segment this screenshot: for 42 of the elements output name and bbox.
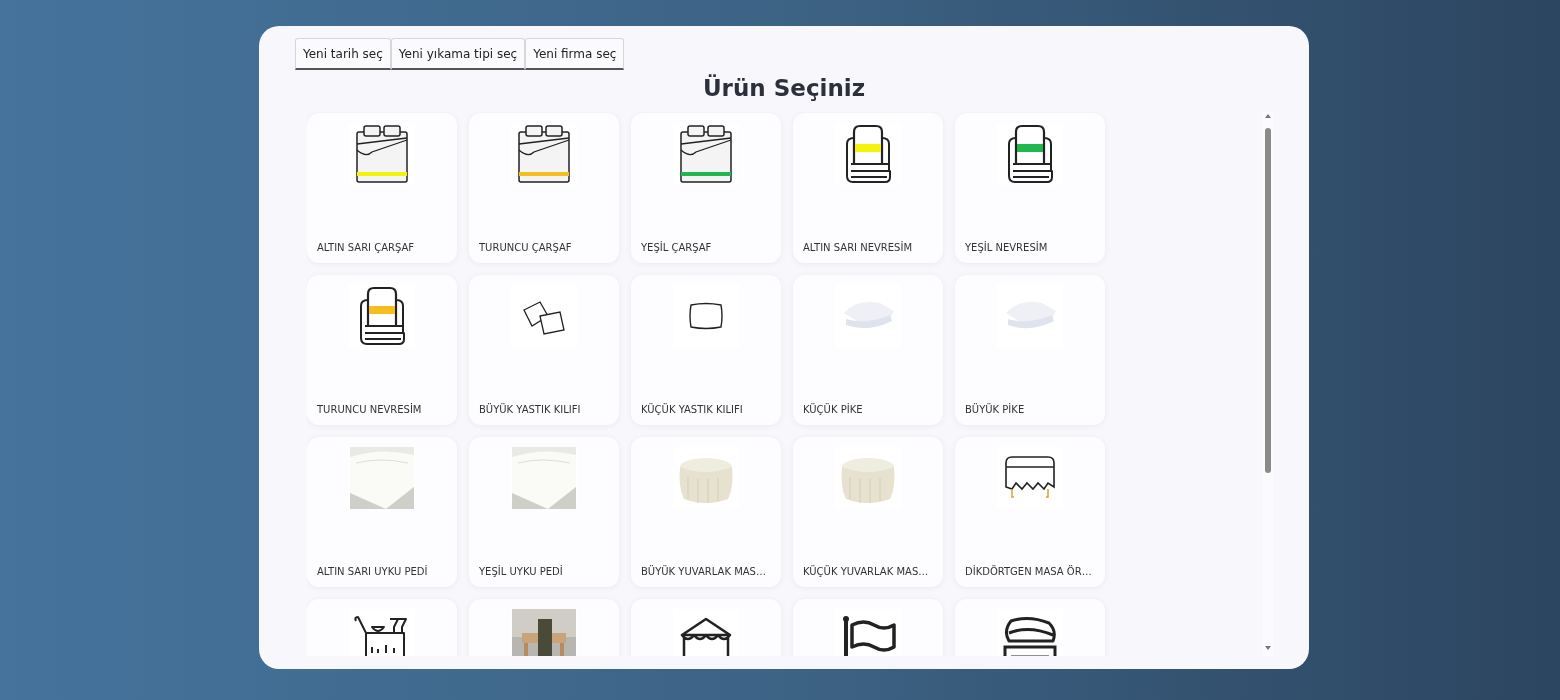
product-card[interactable]: KÜÇÜK YASTIK KILIFI — [631, 275, 781, 425]
bed-icon — [354, 124, 410, 184]
folded-blanket-icon — [843, 124, 893, 184]
bed-icon — [516, 124, 572, 184]
product-name: KÜÇÜK PİKE — [802, 404, 864, 417]
product-name: YEŞİL NEVRESİM — [964, 242, 1049, 255]
bed-icon — [678, 124, 734, 184]
product-name: BÜYÜK YUVARLAK MAS… — [640, 566, 767, 579]
product-card[interactable]: BÜYÜK YASTIK KILIFI — [469, 275, 619, 425]
product-card[interactable]: ALTIN SARI NEVRESİM — [793, 113, 943, 263]
tab-button[interactable]: Yeni firma seç — [525, 38, 625, 70]
product-card[interactable]: ALTIN SARI ÇARŞAF — [307, 113, 457, 263]
product-name: YEŞİL UYKU PEDİ — [478, 566, 564, 579]
product-name: KÜÇÜK YASTIK KILIFI — [640, 404, 744, 417]
product-name: BÜYÜK PİKE — [964, 404, 1026, 417]
product-card[interactable]: BÜYÜK YUVARLAK MAS… — [631, 437, 781, 587]
page-title: Ürün Seçiniz — [701, 73, 867, 103]
product-name: ALTIN SARI ÇARŞAF — [316, 242, 416, 255]
product-card[interactable]: ALTIN SARI UYKU PEDİ — [307, 437, 457, 587]
folded-blanket-icon — [357, 286, 407, 346]
product-name: TURUNCU ÇARŞAF — [478, 242, 573, 255]
product-card[interactable]: KÜÇÜK YUVARLAK MAS… — [793, 437, 943, 587]
tab-button[interactable]: Yeni yıkama tipi seç — [390, 38, 526, 70]
product-name: DİKDÖRTGEN MASA ÖR… — [964, 566, 1093, 579]
folded-blanket-icon — [1005, 124, 1055, 184]
product-name: TURUNCU NEVRESİM — [316, 404, 423, 417]
pillow-icon — [688, 301, 724, 331]
product-card[interactable]: YEŞİL UYKU PEDİ — [469, 437, 619, 587]
product-card[interactable]: TURUNCU NEVRESİM — [307, 275, 457, 425]
product-card[interactable]: KÜÇÜK PİKE — [793, 275, 943, 425]
product-name: BÜYÜK YASTIK KILIFI — [478, 404, 582, 417]
product-card[interactable]: YEŞİL NEVRESİM — [955, 113, 1105, 263]
tab-button[interactable]: Yeni tarih seç — [295, 38, 391, 70]
product-name: ALTIN SARI UYKU PEDİ — [316, 566, 429, 579]
product-card[interactable]: YEŞİL ÇARŞAF — [631, 113, 781, 263]
product-name: ALTIN SARI NEVRESİM — [802, 242, 914, 255]
product-card[interactable]: TURUNCU ÇARŞAF — [469, 113, 619, 263]
tent-icon — [678, 615, 734, 656]
product-card[interactable]: DİKDÖRTGEN MASA ÖR… — [955, 437, 1105, 587]
product-card[interactable]: BÜYÜK PİKE — [955, 275, 1105, 425]
product-name: KÜÇÜK YUVARLAK MAS… — [802, 566, 930, 579]
product-name: YEŞİL ÇARŞAF — [640, 242, 713, 255]
